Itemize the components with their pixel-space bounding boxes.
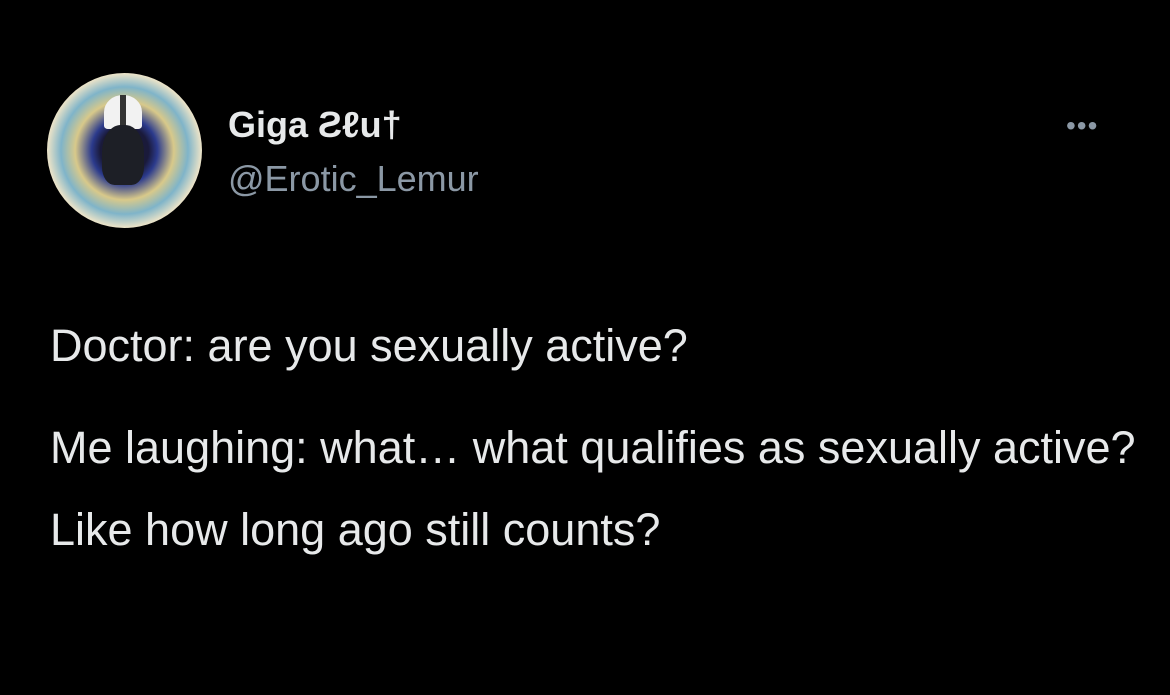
avatar[interactable]: [47, 73, 202, 228]
display-name[interactable]: Giga Ƨℓu†: [228, 104, 402, 146]
tweet-text: Doctor: are you sexually active? Me laug…: [50, 305, 1140, 591]
avatar-dog: [102, 125, 144, 185]
more-horizontal-icon[interactable]: •••: [1066, 110, 1098, 142]
user-handle[interactable]: @Erotic_Lemur: [228, 158, 479, 200]
avatar-mitre: [104, 95, 142, 129]
tweet-paragraph: Me laughing: what… what qualifies as sex…: [50, 422, 1136, 555]
tweet-paragraph: Doctor: are you sexually active?: [50, 320, 688, 371]
